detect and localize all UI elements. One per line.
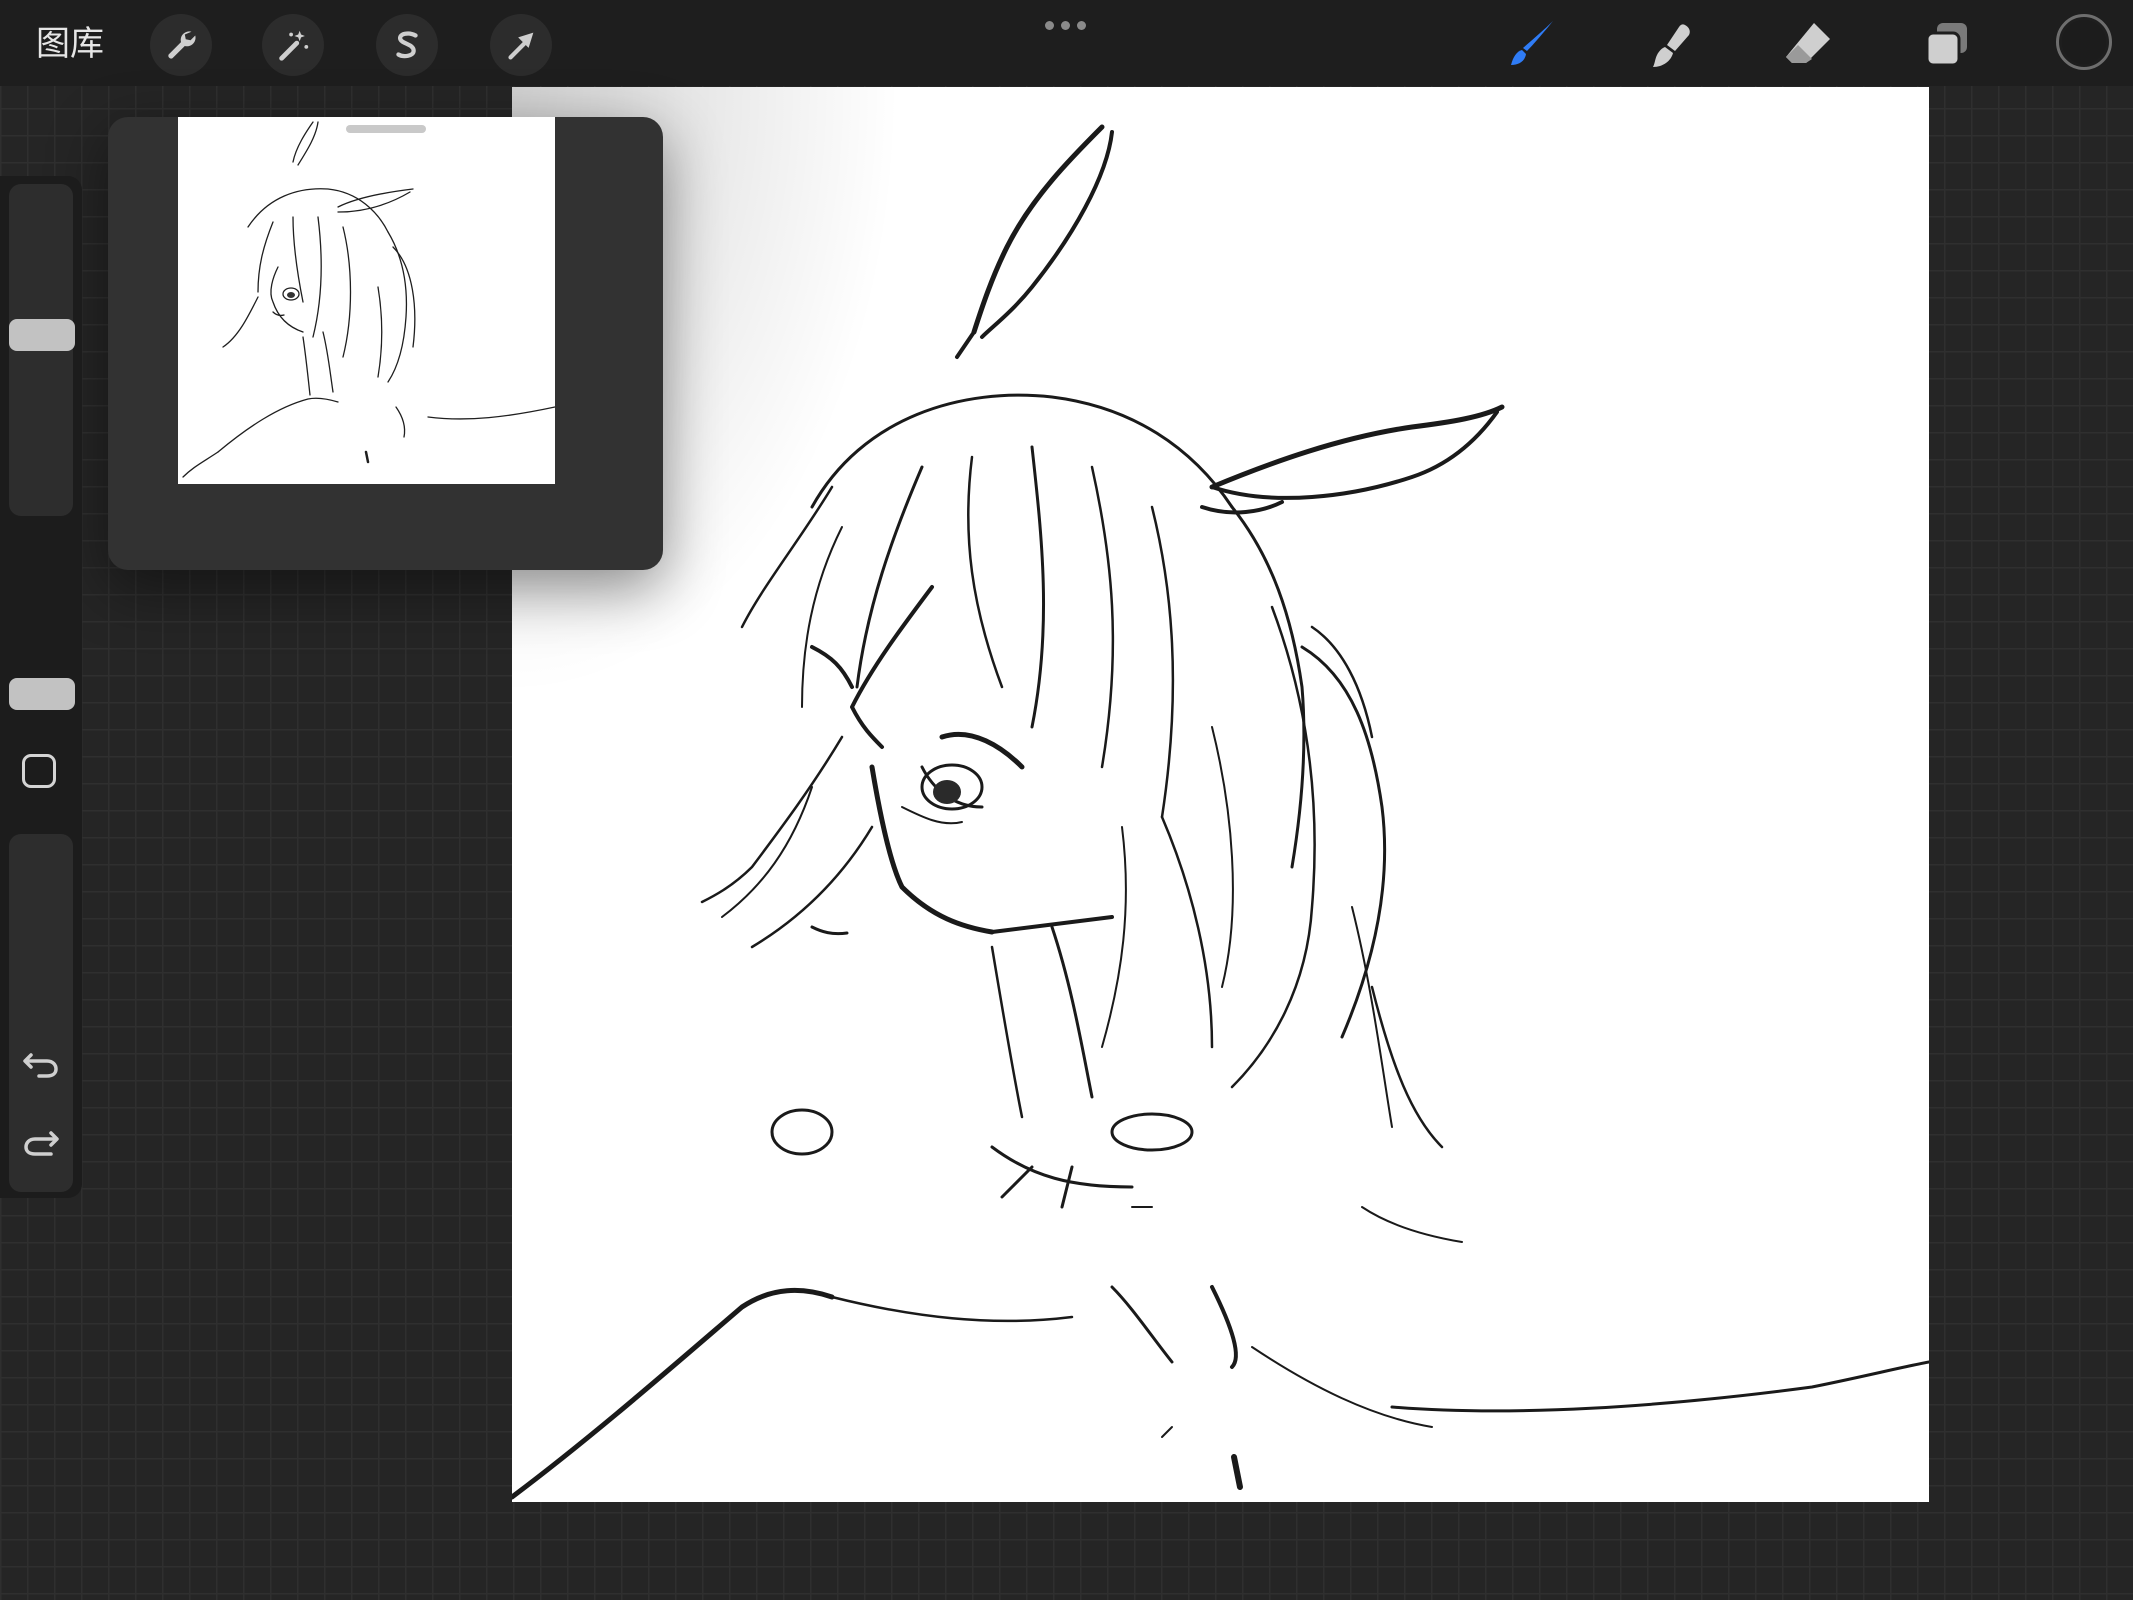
- adjustments-button[interactable]: [262, 14, 324, 76]
- smudge-tool-button[interactable]: [1638, 12, 1704, 78]
- brush-tool-button[interactable]: [1500, 12, 1566, 78]
- sketch-thumbnail-image: [182, 121, 555, 478]
- redo-icon: [24, 1131, 59, 1156]
- magic-wand-icon: [279, 30, 309, 61]
- drawing-canvas[interactable]: [512, 87, 1929, 1502]
- transform-button[interactable]: [490, 14, 552, 76]
- more-options-button[interactable]: [1040, 14, 1090, 36]
- brush-icon: [1511, 21, 1553, 65]
- sketch-artwork: [512, 124, 1929, 1500]
- top-toolbar: 图库: [0, 0, 2133, 86]
- brush-size-slider-thumb[interactable]: [9, 319, 75, 351]
- ellipsis-icon-dot: [1044, 20, 1054, 30]
- smudge-icon: [1653, 24, 1690, 67]
- active-color-swatch: [2062, 20, 2106, 64]
- layers-icon: [1925, 23, 1967, 67]
- reference-thumbnail: [178, 117, 555, 484]
- undo-button[interactable]: [18, 1040, 64, 1086]
- drag-handle-icon[interactable]: [346, 125, 426, 133]
- selection-s-icon: [396, 31, 418, 59]
- eraser-icon: [1786, 23, 1830, 63]
- selection-button[interactable]: [376, 14, 438, 76]
- ellipsis-icon-dot: [1060, 20, 1070, 30]
- eraser-tool-button[interactable]: [1775, 12, 1841, 78]
- arrow-cursor-icon: [508, 32, 534, 60]
- wrench-icon: [168, 31, 196, 59]
- actions-button[interactable]: [150, 14, 212, 76]
- square-outline-icon[interactable]: [22, 754, 56, 788]
- reference-panel[interactable]: [108, 117, 663, 570]
- undo-icon: [23, 1053, 58, 1078]
- layers-button[interactable]: [1914, 12, 1980, 78]
- ellipsis-icon-dot: [1076, 20, 1086, 30]
- redo-button[interactable]: [18, 1124, 64, 1170]
- opacity-slider-thumb[interactable]: [9, 678, 75, 710]
- gallery-button[interactable]: 图库: [36, 22, 104, 66]
- color-picker-button[interactable]: [2056, 14, 2112, 70]
